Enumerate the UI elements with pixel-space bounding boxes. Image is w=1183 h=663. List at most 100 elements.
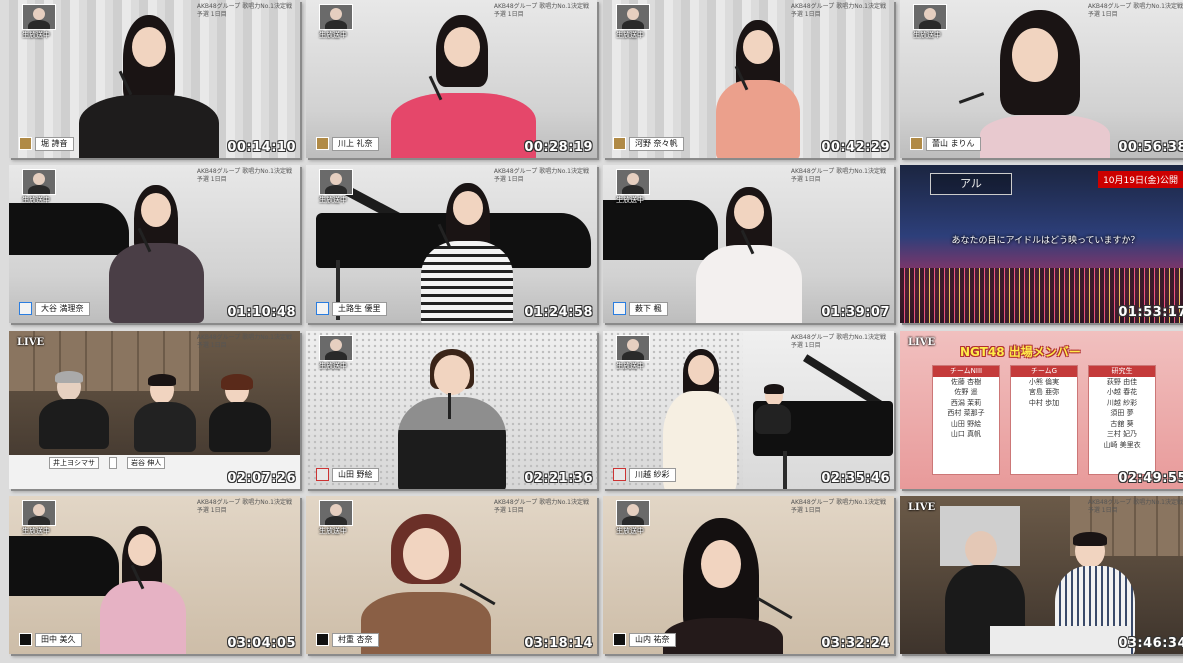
member-nametag: 村重 杏奈 [316, 632, 379, 647]
on-air-label: 生放送中 [22, 527, 50, 535]
group-logo-icon [19, 137, 32, 150]
movie-tagline-caption: あなたの目にアイドルはどう映っていますか？ [951, 236, 1140, 246]
timecode: 01:24:58 [524, 305, 593, 320]
thumbnail-tile[interactable]: LIVE NGT48 出場メンバー チームNIII 佐藤 杏樹 佐野 遥西潟 茉莉… [900, 331, 1183, 489]
timecode: 02:07:26 [227, 471, 296, 486]
program-header: AKB48グループ 歌唱力No.1決定戦 予選 1日目 [493, 3, 589, 18]
thumbnail-tile[interactable]: 生放送中 AKB48グループ 歌唱力No.1決定戦 予選 1日目 川越 紗彩 02… [603, 331, 894, 489]
ngt-team-column: チームNIII 佐藤 杏樹 佐野 遥西潟 茉莉 西村 菜那子 山田 野絵 山口 真帆 [932, 365, 1000, 475]
timecode: 00:14:10 [227, 140, 296, 155]
group-logo-icon [19, 302, 32, 315]
program-header: AKB48グループ 歌唱力No.1決定戦 予選 1日目 [790, 499, 886, 514]
thumbnail-tile[interactable]: 生放送中 山田 野絵 02:21:36 [306, 331, 597, 489]
timecode: 03:18:14 [524, 636, 593, 651]
program-header: AKB48グループ 歌唱力No.1決定戦 予選 1日目 [493, 499, 589, 514]
timecode: 01:39:07 [821, 305, 890, 320]
program-header: AKB48グループ 歌唱力No.1決定戦 予選 1日目 [196, 168, 292, 183]
program-header: AKB48グループ 歌唱力No.1決定戦 予選 1日目 [1087, 499, 1183, 514]
timecode: 01:10:48 [227, 305, 296, 320]
member-nametag: 土路生 優里 [316, 301, 387, 316]
live-badge: LIVE [908, 502, 936, 513]
member-nametag: 山田 野絵 [316, 467, 379, 482]
host-camera-inset [616, 169, 650, 195]
thumbnail-tile[interactable]: 生放送中 AKB48グループ 歌唱力No.1決定戦 予選 1日目 田中 美久 03… [9, 496, 300, 654]
host-camera-inset [22, 500, 56, 526]
on-air-label: 生放送中 [319, 31, 347, 39]
thumbnail-tile[interactable]: 生放送中 AKB48グループ 歌唱力No.1決定戦 予選 1日目 河野 奈々帆 0… [603, 0, 894, 158]
host-camera-inset [22, 4, 56, 30]
host-camera-inset [616, 4, 650, 30]
thumbnail-tile[interactable]: 生放送中 AKB48グループ 歌唱力No.1決定戦 予選 1日目 大谷 満理奈 0… [9, 165, 300, 323]
host-camera-inset [913, 4, 947, 30]
program-header: AKB48グループ 歌唱力No.1決定戦 予選 1日目 [196, 334, 292, 349]
timecode: 00:56:38 [1118, 140, 1183, 155]
host-camera-inset [616, 500, 650, 526]
group-logo-icon [316, 468, 329, 481]
timecode: 02:49:55 [1118, 471, 1183, 486]
host-camera-inset [22, 169, 56, 195]
host-camera-inset [319, 500, 353, 526]
member-nametag: 堀 詩音 [19, 136, 74, 151]
program-header: AKB48グループ 歌唱力No.1決定戦 予選 1日目 [790, 168, 886, 183]
thumbnail-tile[interactable]: LIVE AKB48グループ 歌唱力No.1決定戦 予選 1日目 03:46:34 [900, 496, 1183, 654]
timecode: 02:35:46 [821, 471, 890, 486]
group-logo-icon [316, 302, 329, 315]
movie-title-caption: アル [930, 173, 1012, 195]
member-nametag: 大谷 満理奈 [19, 301, 90, 316]
release-date-caption: 10月19日(金)公開 [1098, 171, 1183, 188]
host-camera-inset [319, 335, 353, 361]
live-badge: LIVE [908, 337, 936, 348]
panelist-name: 岩谷 伸人 [127, 457, 166, 469]
on-air-label: 生放送中 [22, 31, 50, 39]
on-air-label: 生放送中 [616, 527, 644, 535]
member-nametag: 山内 祐奈 [613, 632, 676, 647]
host-camera-inset [319, 4, 353, 30]
ngt-members-title: NGT48 出場メンバー [960, 345, 1081, 359]
group-logo-icon [910, 137, 923, 150]
ngt-team-column: チームG 小熊 倫実 宮島 亜弥 中村 歩加 [1010, 365, 1078, 475]
thumbnail-tile[interactable]: LIVE AKB48グループ 歌唱力No.1決定戦 予選 1日目 井上ヨシマサ 岩… [9, 331, 300, 489]
member-nametag: 川上 礼奈 [316, 136, 379, 151]
on-air-label: 生放送中 [616, 31, 644, 39]
group-logo-icon [316, 633, 329, 646]
ngt-team-column: 研究生 荻野 由佳 小越 春花 川越 紗彩 須田 夢古舘 葵三村 妃乃 山崎 美里衣 [1088, 365, 1156, 475]
program-header: AKB48グループ 歌唱力No.1決定戦 予選 1日目 [790, 3, 886, 18]
panelist-name [109, 457, 117, 469]
program-header: AKB48グループ 歌唱力No.1決定戦 予選 1日目 [1087, 3, 1183, 18]
timecode: 03:32:24 [821, 636, 890, 651]
timecode: 00:42:29 [821, 140, 890, 155]
on-air-label: 生放送中 [913, 31, 941, 39]
on-air-label: 生放送中 [319, 196, 347, 204]
timecode: 00:28:19 [524, 140, 593, 155]
group-logo-icon [613, 468, 626, 481]
thumbnail-tile[interactable]: 生放送中 AKB48グループ 歌唱力No.1決定戦 予選 1日目 薮下 楓 01:… [603, 165, 894, 323]
thumbnail-tile[interactable]: アル 10月19日(金)公開 あなたの目にアイドルはどう映っていますか？ 01:… [900, 165, 1183, 323]
group-logo-icon [613, 302, 626, 315]
program-header: AKB48グループ 歌唱力No.1決定戦 予選 1日目 [196, 499, 292, 514]
thumbnail-grid: 生放送中 AKB48グループ 歌唱力No.1決定戦 予選 1日目 堀 詩音 00:… [0, 0, 1183, 663]
live-badge: LIVE [17, 337, 45, 348]
member-nametag: 川越 紗彩 [613, 467, 676, 482]
member-nametag: 河野 奈々帆 [613, 136, 684, 151]
group-logo-icon [19, 633, 32, 646]
thumbnail-tile[interactable]: 生放送中 AKB48グループ 歌唱力No.1決定戦 予選 1日目 蕾山 まりん 0… [900, 0, 1183, 158]
thumbnail-tile[interactable]: 生放送中 AKB48グループ 歌唱力No.1決定戦 予選 1日目 村重 杏奈 03… [306, 496, 597, 654]
thumbnail-tile[interactable]: 生放送中 AKB48グループ 歌唱力No.1決定戦 予選 1日目 川上 礼奈 00… [306, 0, 597, 158]
timecode: 03:04:05 [227, 636, 296, 651]
timecode: 02:21:36 [524, 471, 593, 486]
program-header: AKB48グループ 歌唱力No.1決定戦 予選 1日目 [790, 334, 886, 349]
member-nametag: 蕾山 まりん [910, 136, 981, 151]
program-header: AKB48グループ 歌唱力No.1決定戦 予選 1日目 [493, 168, 589, 183]
on-air-label: 生放送中 [616, 196, 644, 204]
thumbnail-tile[interactable]: 生放送中 AKB48グループ 歌唱力No.1決定戦 予選 1日目 山内 祐奈 03… [603, 496, 894, 654]
group-logo-icon [613, 137, 626, 150]
on-air-label: 生放送中 [22, 196, 50, 204]
on-air-label: 生放送中 [616, 362, 644, 370]
on-air-label: 生放送中 [319, 362, 347, 370]
host-camera-inset [319, 169, 353, 195]
panelist-nameplates: 井上ヨシマサ 岩谷 伸人 [49, 457, 166, 469]
program-header: AKB48グループ 歌唱力No.1決定戦 予選 1日目 [196, 3, 292, 18]
thumbnail-tile[interactable]: 生放送中 AKB48グループ 歌唱力No.1決定戦 予選 1日目 堀 詩音 00:… [9, 0, 300, 158]
member-nametag: 田中 美久 [19, 632, 82, 647]
thumbnail-tile[interactable]: 生放送中 AKB48グループ 歌唱力No.1決定戦 予選 1日目 土路生 優里 0… [306, 165, 597, 323]
